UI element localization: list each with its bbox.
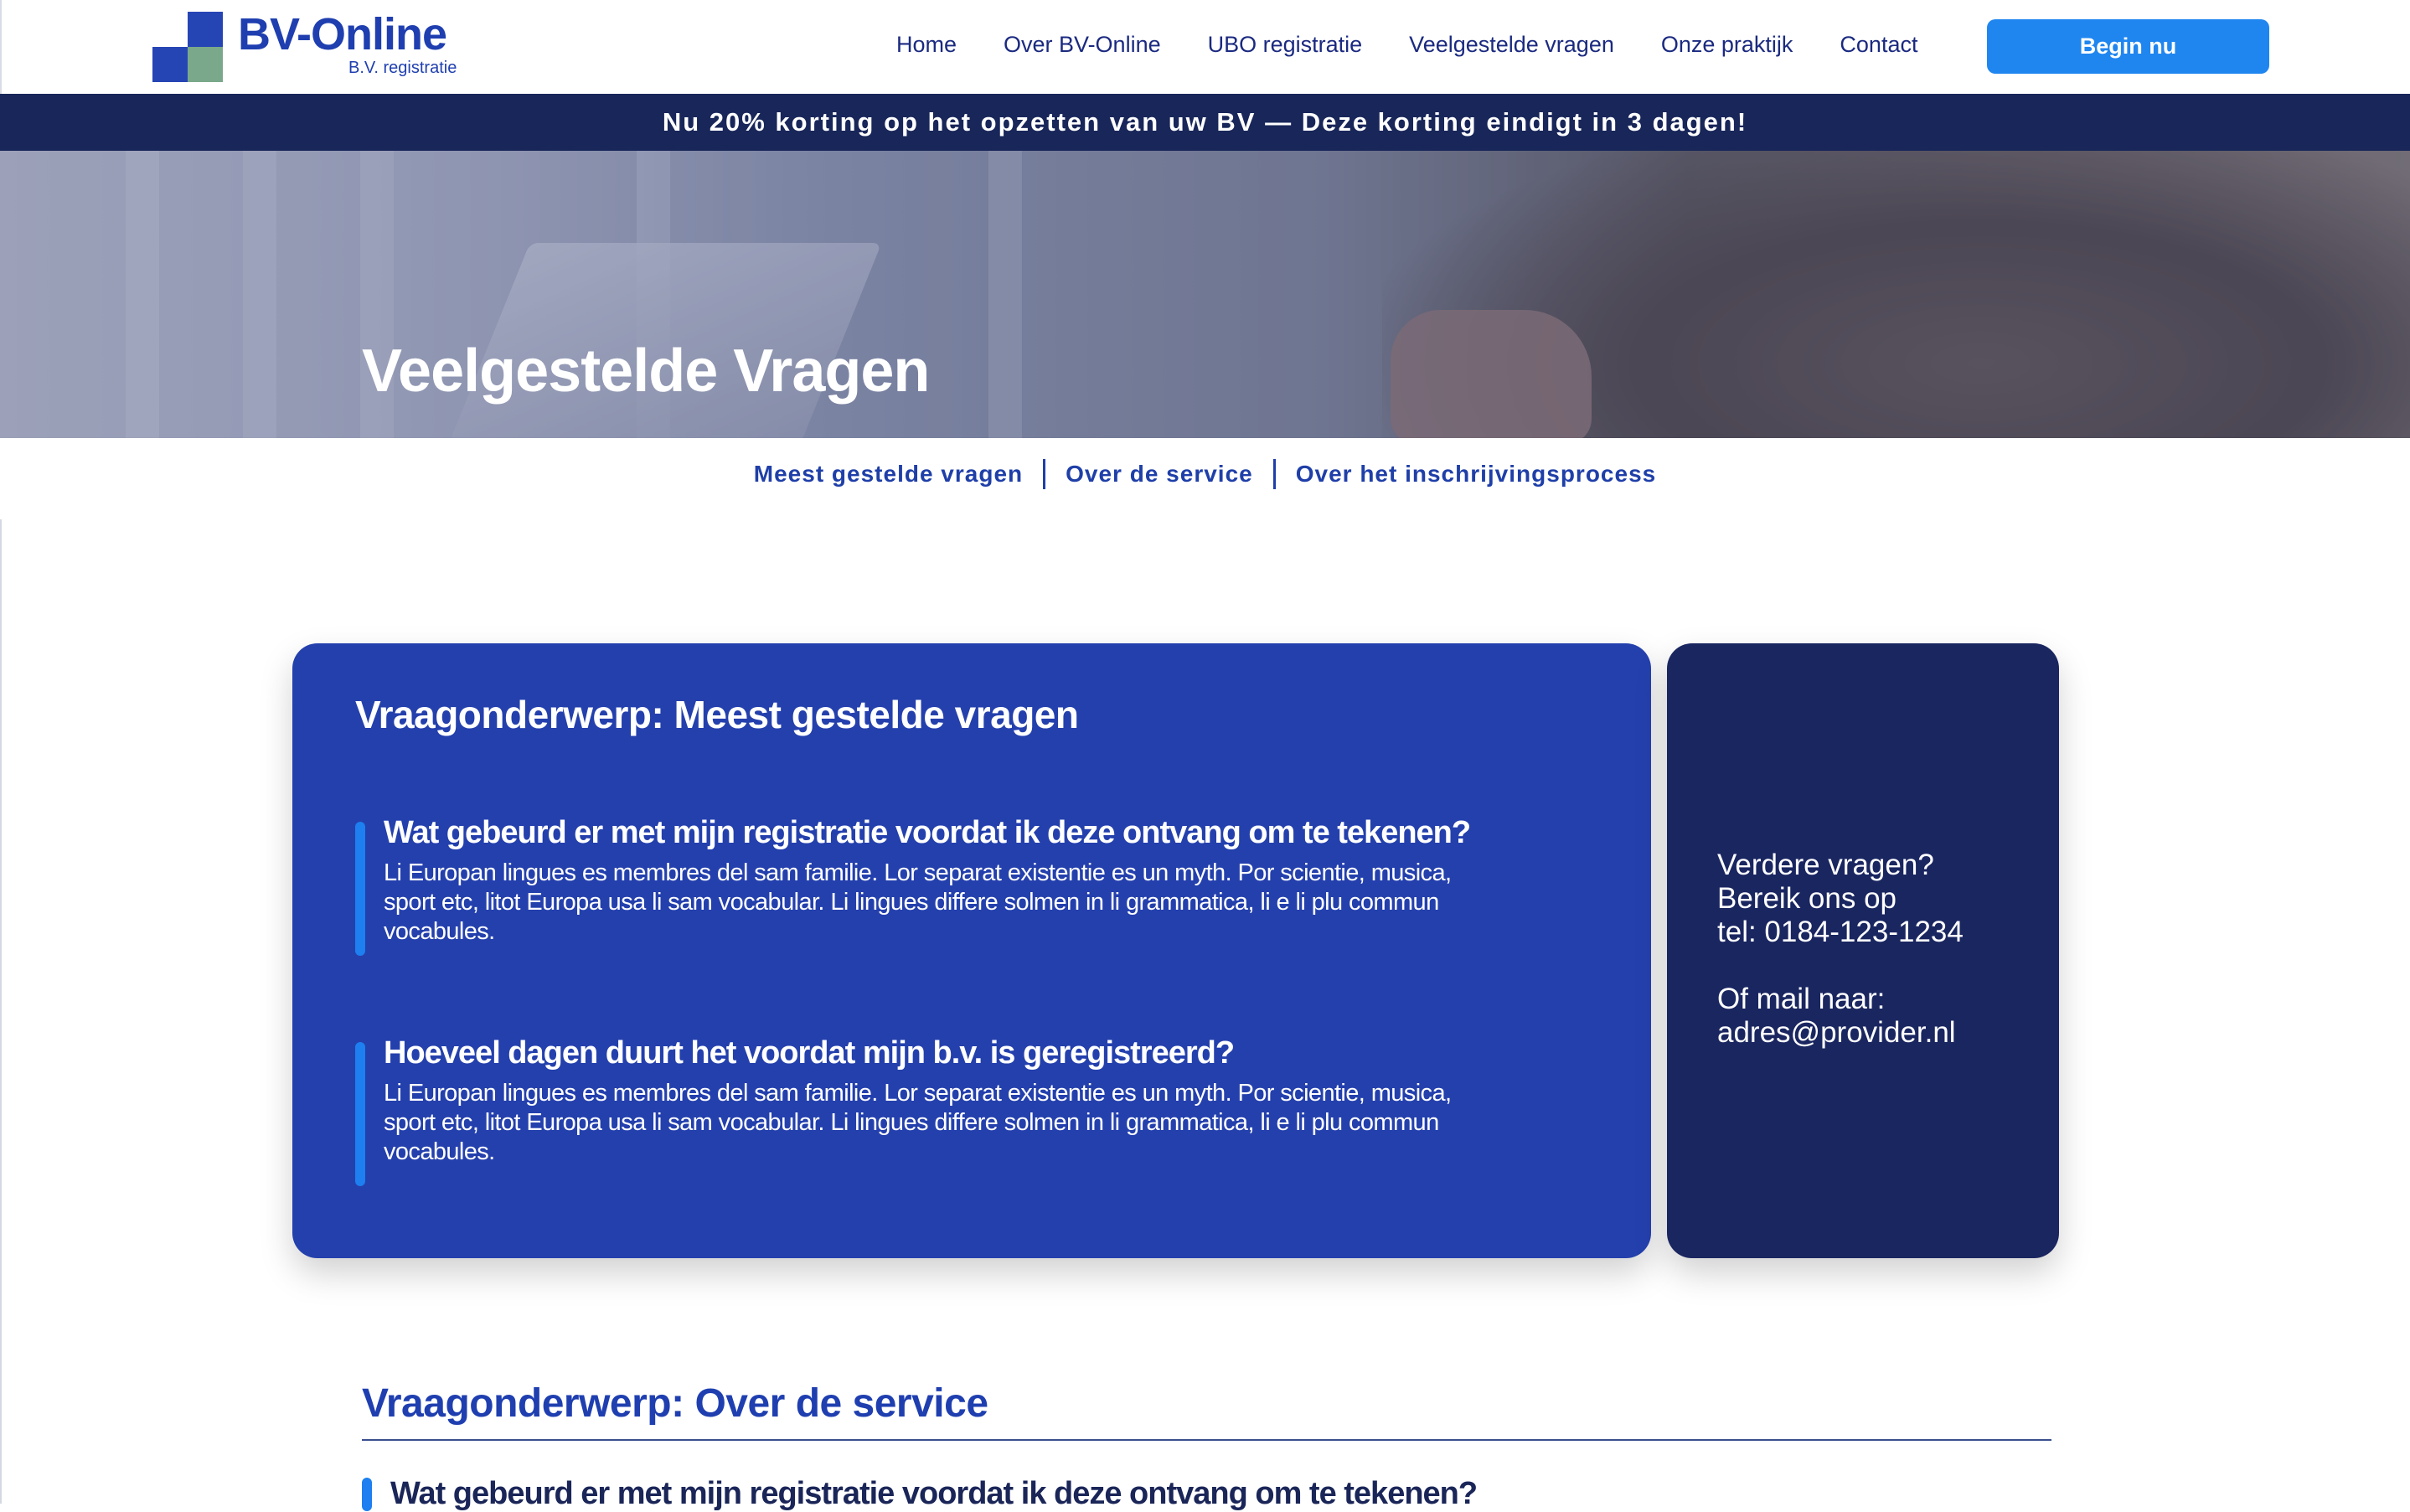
nav-home[interactable]: Home [896, 32, 957, 58]
hero-banner: Veelgestelde Vragen [0, 151, 2410, 438]
nav-over-bv-online[interactable]: Over BV-Online [1004, 32, 1161, 58]
logo-subtitle: B.V. registratie [348, 59, 457, 77]
promo-banner: Nu 20% korting op het opzetten van uw BV… [0, 94, 2410, 151]
contact-spacer [1717, 949, 1964, 983]
faq-question: Wat gebeurd er met mijn registratie voor… [384, 815, 1471, 850]
promo-text: Nu 20% korting op het opzetten van uw BV… [662, 107, 1748, 137]
site-header: BV-Online B.V. registratie Home Over BV-… [0, 0, 2410, 94]
contact-heading: Verdere vragen? [1717, 849, 1934, 881]
faq-item[interactable]: Hoeveel dagen duurt het voordat mijn b.v… [355, 1035, 1545, 1186]
logo-mark-icon [152, 12, 223, 82]
page-left-border [0, 519, 2, 1504]
faq-section-title-service: Vraagonderwerp: Over de service [362, 1381, 988, 1426]
nav-contact[interactable]: Contact [1840, 32, 1917, 58]
section-divider [362, 1439, 2051, 1441]
logo-title: BV-Online [238, 9, 447, 59]
faq-item[interactable]: Wat gebeurd er met mijn registratie voor… [355, 815, 1545, 957]
logo-square-top [188, 12, 223, 47]
begin-nu-button[interactable]: Begin nu [1987, 19, 2269, 74]
faq-question[interactable]: Wat gebeurd er met mijn registratie voor… [390, 1476, 1478, 1512]
topic-link-meest-gestelde[interactable]: Meest gestelde vragen [754, 461, 1023, 488]
contact-subheading: Bereik ons op [1717, 882, 1897, 915]
contact-email[interactable]: adres@provider.nl [1717, 1016, 1964, 1050]
faq-item-accent-bar [355, 822, 365, 956]
nav-ubo-registratie[interactable]: UBO registratie [1208, 32, 1363, 58]
logo-square-bottom-right [188, 47, 223, 82]
contact-card: Verdere vragen? Bereik ons op tel: 0184-… [1667, 643, 2059, 1258]
brand-logo[interactable]: BV-Online B.V. registratie [152, 9, 488, 84]
page-title: Veelgestelde Vragen [362, 338, 930, 405]
contact-info: Verdere vragen? Bereik ons op tel: 0184-… [1717, 849, 1964, 1050]
topic-links: Meest gestelde vragen Over de service Ov… [0, 459, 2410, 489]
nav-onze-praktijk[interactable]: Onze praktijk [1661, 32, 1793, 58]
topic-link-over-de-service[interactable]: Over de service [1066, 461, 1253, 488]
main-nav: Home Over BV-Online UBO registratie Veel… [896, 32, 1964, 58]
topic-separator [1272, 459, 1276, 489]
faq-question: Hoeveel dagen duurt het voordat mijn b.v… [384, 1035, 1235, 1071]
topic-link-inschrijvingsprocess[interactable]: Over het inschrijvingsprocess [1296, 461, 1657, 488]
faq-section-title: Vraagonderwerp: Meest gestelde vragen [355, 693, 1079, 736]
contact-mail-label: Of mail naar: [1717, 983, 1886, 1015]
faq-answer: Li Europan lingues es membres del sam fa… [384, 1080, 1452, 1165]
topic-separator [1043, 459, 1046, 489]
contact-phone[interactable]: tel: 0184-123-1234 [1717, 916, 1964, 949]
nav-veelgestelde-vragen[interactable]: Veelgestelde vragen [1409, 32, 1614, 58]
faq-item-accent-bar [362, 1478, 372, 1511]
faq-item-accent-bar [355, 1042, 365, 1186]
faq-card-meest-gestelde: Vraagonderwerp: Meest gestelde vragen Wa… [292, 643, 1651, 1258]
logo-square-bottom-left [152, 47, 188, 82]
faq-answer: Li Europan lingues es membres del sam fa… [384, 859, 1452, 945]
